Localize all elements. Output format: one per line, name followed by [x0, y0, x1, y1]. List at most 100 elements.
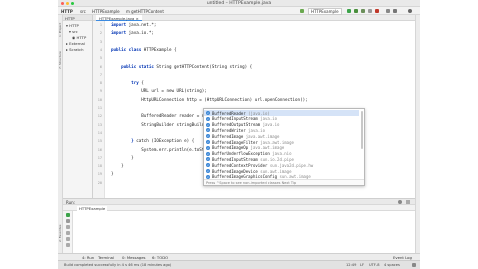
class-icon: c [206, 122, 210, 127]
completion-class-name: BufferedImage [212, 133, 244, 139]
build-icon[interactable] [300, 9, 304, 13]
breadcrumb-src[interactable]: src [80, 9, 86, 14]
code-keyword: public static [111, 63, 154, 69]
completion-class-name: BufferedImageFilter [212, 139, 258, 145]
run-panel-header: Run: [63, 198, 415, 205]
completion-text: BufferedImage java.awt.image [212, 134, 279, 139]
line-number: 20 [97, 180, 102, 185]
code-text: { [138, 80, 144, 86]
completion-text: BufferedInputStream sun.io.2d.pipe [212, 157, 294, 162]
settings-icon[interactable] [393, 9, 397, 13]
class-icon: c [206, 174, 210, 179]
run-console[interactable] [73, 211, 415, 253]
line-number: 15 [97, 139, 102, 144]
completion-package: java.io [248, 127, 265, 133]
coverage-icon[interactable] [361, 9, 365, 13]
completion-class-name: BufferedReader [212, 110, 246, 116]
breadcrumb-class[interactable]: HTTPExample [92, 9, 120, 14]
completion-package: sun.awt.image [279, 174, 311, 180]
line-number: 17 [97, 155, 102, 160]
completion-text: BufferedOutputStream java.io [212, 122, 279, 127]
breadcrumb-method[interactable]: m getHTTPContent [126, 9, 164, 14]
run-config-select[interactable]: HTTPExample [308, 8, 342, 15]
code-completion-popup[interactable]: Press ^Space to see non-imported classes… [203, 108, 365, 186]
completion-package: sun.io.2d.pipe [260, 156, 294, 162]
tree-item-src[interactable]: ▾ src [69, 29, 78, 34]
search-icon[interactable] [408, 9, 412, 13]
window-title: untitled – HTTPExample.java [206, 1, 272, 6]
indent-setting[interactable]: 4 spaces [384, 263, 400, 267]
line-number: 19 [97, 172, 102, 177]
completion-text: BufferedReader (java.io) [212, 111, 270, 116]
code-text: String getHTTPContent(String string) { [153, 63, 253, 69]
code-keyword: import [111, 22, 127, 27]
class-icon: c [206, 157, 210, 162]
code-line: } [111, 155, 134, 160]
code-line: System.err.println(e.toStr [111, 147, 207, 152]
rerun-icon[interactable] [66, 213, 70, 217]
line-number: 6 [99, 64, 102, 69]
class-icon: c [206, 163, 210, 168]
code-text: System.err.println(e.toStr [111, 146, 207, 152]
scroll-to-end-icon[interactable] [66, 225, 70, 229]
tree-item-external-libraries[interactable]: ▸ External [66, 41, 85, 46]
completion-class-name: BufferedImageGraphicsConfig [212, 174, 278, 180]
line-number: 11 [97, 106, 102, 110]
lock-icon[interactable] [412, 263, 416, 267]
soft-wrap-icon[interactable] [66, 231, 70, 235]
run-icon[interactable] [347, 9, 351, 13]
completion-class-name: BufferedWriter [212, 127, 246, 133]
class-icon: c [206, 169, 210, 173]
completion-class-name: BufferedImageOp [212, 145, 249, 151]
print-icon[interactable] [66, 237, 70, 241]
line-number: 3 [99, 39, 102, 44]
file-encoding[interactable]: UTF-8 [369, 263, 379, 267]
stop-icon[interactable] [375, 9, 379, 13]
completion-package: java.awt.image [245, 133, 280, 139]
line-number-gutter: 1 2 3 4 5 6 7 8 9 10 11 12 13 14 15 16 17 18 19 20 [93, 21, 105, 198]
line-number: 4 [99, 47, 102, 52]
tree-item-scratches[interactable]: ▸ Scratch [66, 47, 84, 52]
code-line: import java.net.*; [111, 22, 156, 27]
code-line: public static String getHTTPContent(Stri… [111, 64, 252, 69]
line-number: 14 [97, 130, 102, 135]
line-number: 2 [99, 31, 102, 36]
completion-class-name: BufferedOutputStream [212, 122, 261, 128]
run-side-toolbar [63, 211, 73, 253]
completion-item[interactable]: c BufferedImageGraphicsConfig sun.awt.ima… [204, 174, 359, 180]
project-structure-icon[interactable] [386, 9, 390, 13]
tree-item-http[interactable]: ▾ HTTP [66, 23, 79, 28]
debug-icon[interactable] [354, 9, 358, 13]
completion-text: BufferedImageOp java.awt.image [212, 145, 284, 150]
line-separator[interactable]: LF [360, 263, 364, 267]
code-text: java.net.*; [126, 22, 157, 27]
stop-run-icon[interactable] [66, 219, 70, 223]
settings-icon[interactable] [398, 200, 402, 204]
completion-package: java.nio [272, 151, 292, 157]
completion-text: BufferedWriter java.io [212, 128, 265, 133]
completion-class-name: BufferedInputStream [212, 116, 258, 122]
code-text: } [111, 154, 134, 160]
code-text: java.io.*; [126, 30, 154, 36]
completion-footer: Press ^Space to see non-imported classes… [204, 179, 364, 185]
completion-package: java.io [260, 116, 278, 122]
breadcrumb-project[interactable]: HTTP [61, 9, 73, 14]
popup-scrollbar[interactable] [361, 111, 363, 149]
code-keyword: try [111, 80, 139, 86]
completion-package: (java.io) [248, 110, 270, 116]
hide-panel-icon[interactable] [406, 200, 410, 204]
code-text: StringBuilder stringBuild [111, 121, 205, 127]
completion-package: sun.awt.image [260, 168, 292, 174]
trash-icon[interactable] [66, 243, 70, 247]
line-number: 5 [99, 56, 102, 61]
caret-position[interactable]: 12:49 [346, 263, 356, 267]
line-number: 7 [99, 72, 102, 77]
completion-class-name: BufferedContextProvider [212, 162, 268, 168]
bottom-tool-tabs: 4: Run Terminal 0: Messages 6: TODO Even… [58, 253, 420, 260]
completion-text: BufferedInputStream java.io [212, 116, 277, 121]
project-panel-header: HTTP [63, 15, 92, 21]
profile-icon[interactable] [368, 9, 372, 13]
tree-item-http-class[interactable]: ◉ HTTP [72, 35, 86, 40]
code-text: HTTPExample { [141, 46, 177, 52]
completion-package: sun.java2d.pipe.hw [269, 162, 314, 168]
